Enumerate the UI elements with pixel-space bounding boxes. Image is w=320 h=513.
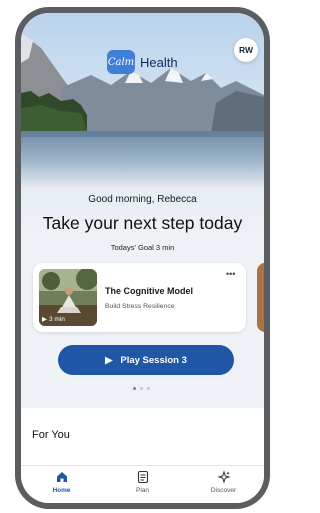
calm-health-logo: Calm Health: [107, 50, 178, 74]
profile-avatar-button[interactable]: RW: [234, 38, 258, 62]
duration-badge: ▶ 3 min: [42, 315, 65, 324]
nav-item-home[interactable]: Home: [21, 466, 102, 503]
session-card[interactable]: ▶ 3 min The Cognitive Model Build Stress…: [33, 263, 246, 332]
next-card-peek[interactable]: [257, 263, 264, 332]
calm-logo-mark: Calm: [107, 50, 135, 74]
app-screen: Calm Health RW Good morning, Rebecca Tak…: [21, 13, 264, 503]
nav-item-discover[interactable]: Discover: [183, 466, 264, 503]
home-icon: [56, 472, 67, 482]
brand-word: Health: [140, 54, 178, 70]
daily-goal-text: Todays' Goal 3 min: [110, 243, 175, 252]
play-button-label: Play Session 3: [120, 354, 187, 366]
discover-icon: [216, 470, 231, 484]
nav-label-home: Home: [52, 487, 71, 494]
session-thumbnail-image: ▶ 3 min: [39, 269, 97, 326]
page-headline: Take your next step today: [42, 213, 243, 233]
nav-label-discover: Discover: [210, 487, 237, 494]
plan-icon: [137, 470, 148, 484]
phone-frame: Calm Health RW Good morning, Rebecca Tak…: [15, 7, 270, 509]
duration-text: 3 min: [49, 315, 65, 323]
session-title: The Cognitive Model: [105, 286, 194, 296]
more-options-icon[interactable]: •••: [226, 269, 235, 279]
carousel-pagination: [133, 387, 150, 390]
pagination-dot-active[interactable]: [133, 387, 136, 390]
play-small-icon: ▶: [42, 316, 47, 323]
pagination-dot[interactable]: [140, 387, 143, 390]
nav-item-plan[interactable]: Plan: [102, 466, 183, 503]
pagination-dot[interactable]: [147, 387, 150, 390]
play-session-button[interactable]: ▶ Play Session 3: [58, 345, 234, 375]
bottom-navigation: Home Plan Discover: [21, 465, 264, 503]
for-you-heading: For You: [32, 429, 70, 441]
session-subtitle: Build Stress Resilience: [105, 303, 175, 310]
nav-label-plan: Plan: [135, 487, 149, 494]
play-icon: ▶: [105, 354, 113, 366]
greeting-text: Good morning, Rebecca: [88, 194, 197, 205]
